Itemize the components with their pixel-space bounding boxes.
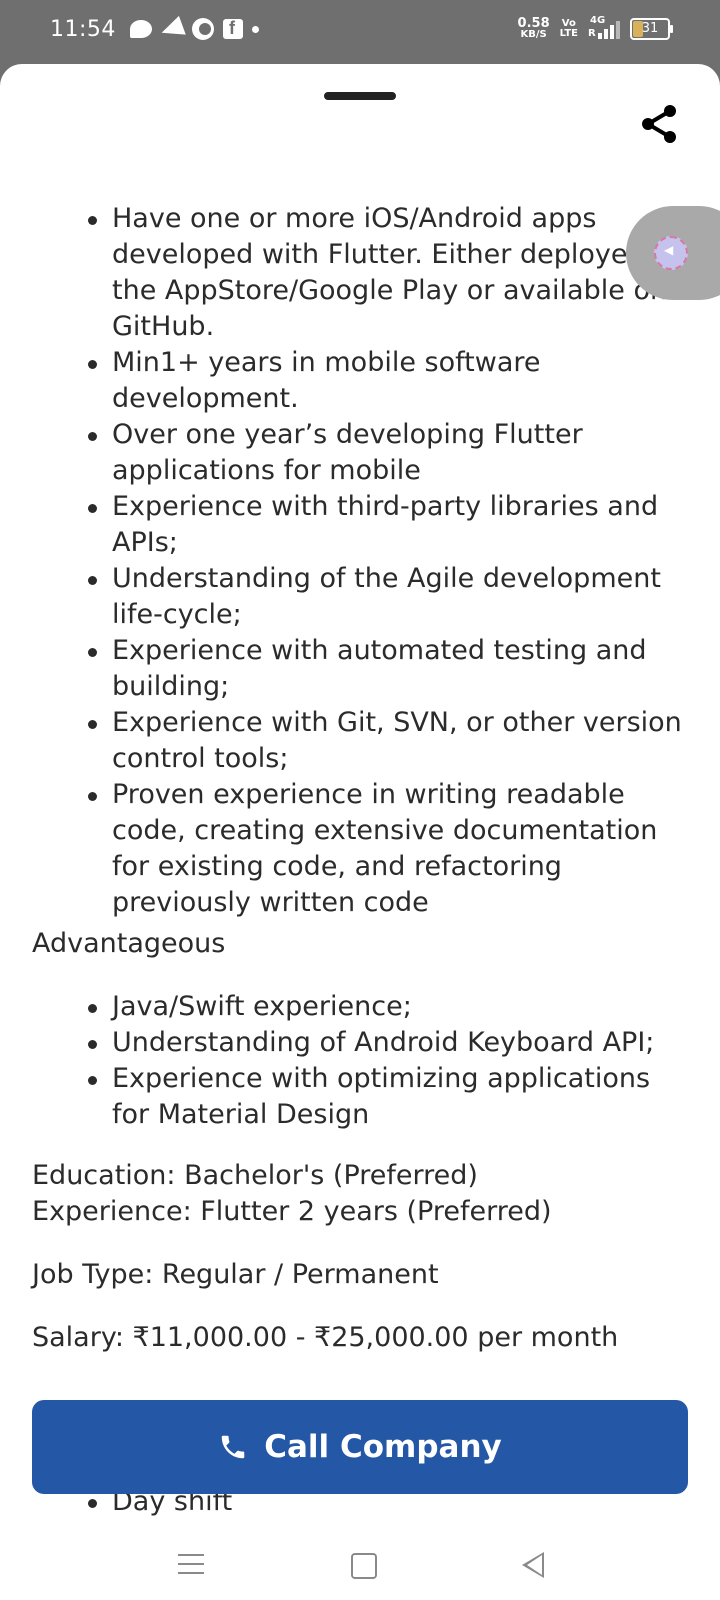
education-text: Education: Bachelor's (Preferred) — [32, 1160, 478, 1191]
chat-icon — [130, 20, 152, 38]
system-status: 0.58 KB/S Vo LTE 4G R 31 — [517, 15, 673, 40]
c-app-icon — [192, 18, 214, 40]
recent-apps-button[interactable] — [178, 1554, 204, 1576]
call-company-button[interactable]: Call Company — [32, 1400, 688, 1494]
system-nav-bar — [0, 1534, 720, 1600]
job-type-text: Job Type: Regular / Permanent — [32, 1259, 439, 1290]
list-item: Proven experience in writing readable co… — [0, 777, 720, 921]
list-item: Java/Swift experience; — [0, 989, 720, 1025]
phone-icon — [222, 1435, 245, 1459]
advantageous-heading: Advantageous — [32, 928, 226, 959]
call-company-label: Call Company — [264, 1429, 502, 1465]
requirements-list: Have one or more iOS/Android apps develo… — [0, 201, 720, 921]
back-button[interactable] — [522, 1552, 544, 1578]
experience-text: Experience: Flutter 2 years (Preferred) — [32, 1196, 552, 1227]
list-item: Understanding of the Agile development l… — [0, 561, 720, 633]
signal-icon: 4G R — [588, 15, 620, 39]
list-item: Over one year’s developing Flutter appli… — [0, 417, 720, 489]
list-item: Min1+ years in mobile software developme… — [0, 345, 720, 417]
network-speed: 0.58 KB/S — [517, 16, 550, 40]
drag-handle[interactable] — [324, 92, 396, 100]
list-item: Experience with Git, SVN, or other versi… — [0, 705, 720, 777]
floating-sound-bubble[interactable] — [626, 206, 720, 300]
clock: 11:54 — [50, 17, 116, 42]
battery-icon: 31 — [630, 18, 673, 40]
list-item: Have one or more iOS/Android apps develo… — [0, 201, 720, 345]
speaker-icon — [654, 236, 688, 270]
home-button[interactable] — [351, 1553, 377, 1579]
list-item: Experience with automated testing and bu… — [0, 633, 720, 705]
volte-indicator: Vo LTE — [559, 18, 578, 39]
telegram-icon — [158, 15, 186, 43]
facebook-icon — [223, 18, 243, 39]
list-item: Experience with third-party libraries an… — [0, 489, 720, 561]
share-icon — [642, 105, 676, 143]
status-bar: 11:54 0.58 KB/S Vo LTE 4G R 31 — [0, 0, 720, 64]
list-item: Understanding of Android Keyboard API; — [0, 1025, 720, 1061]
notification-icons — [130, 15, 259, 43]
job-detail-sheet: Have one or more iOS/Android apps develo… — [0, 64, 720, 1600]
advantageous-list: Java/Swift experience; Understanding of A… — [0, 989, 720, 1133]
share-button[interactable] — [638, 102, 682, 146]
list-item: Experience with optimizing applications … — [0, 1061, 720, 1133]
dot-icon — [252, 25, 259, 33]
salary-text: Salary: ₹11,000.00 - ₹25,000.00 per mont… — [32, 1322, 619, 1353]
